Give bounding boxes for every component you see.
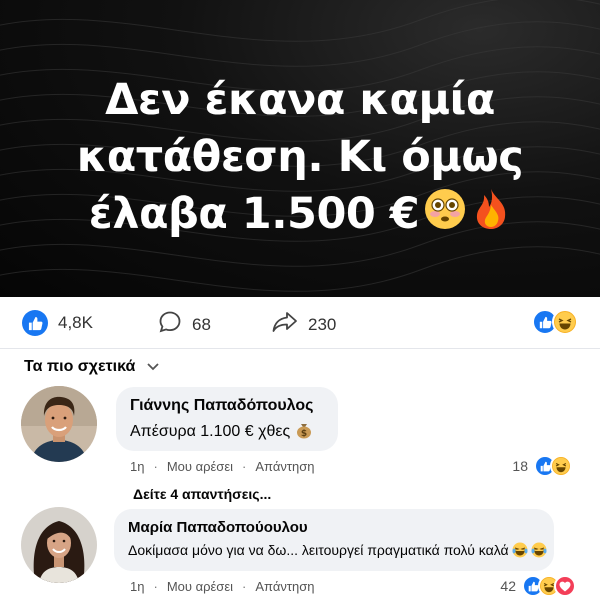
share-count: 230	[308, 314, 337, 334]
view-replies-link[interactable]: Δείτε 4 απαντήσεις...	[133, 486, 271, 502]
comment-author[interactable]: Μαρία Παπαδοπούουλου	[128, 519, 540, 536]
haha-reaction-icon	[550, 455, 572, 477]
avatar[interactable]	[21, 507, 97, 583]
sort-label: Τα πιο σχετικά	[24, 358, 136, 375]
comment-reply-button[interactable]: Απάντηση	[255, 579, 314, 594]
flushed-face-emoji	[423, 187, 467, 246]
comment-sort-dropdown[interactable]: Τα πιο σχετικά	[24, 358, 159, 376]
post-image-banner: Δεν έκανα καμία κατάθεση. Κι όμως έλαβα …	[0, 0, 600, 297]
comment-reactions[interactable]: 42	[500, 575, 576, 597]
comment-text-wrap: Απέσυρα 1.100 € χθες $	[130, 421, 324, 441]
haha-reaction-icon	[552, 309, 578, 335]
money-bag-emoji: $	[295, 423, 313, 440]
headline-line-3: έλαβα 1.500 €	[88, 189, 420, 239]
comment-actions: 1η · Μου αρέσει · Απάντηση	[130, 459, 314, 474]
like-button[interactable]: 4,8K	[22, 310, 93, 336]
comment-time[interactable]: 1η	[130, 579, 144, 594]
chevron-down-icon	[147, 358, 159, 376]
love-reaction-icon	[554, 575, 576, 597]
comment-button[interactable]: 68	[158, 310, 211, 339]
like-reaction-icon	[22, 310, 48, 336]
comment-actions: 1η · Μου αρέσει · Απάντηση	[130, 579, 314, 594]
reactions-summary[interactable]	[532, 309, 578, 335]
comment-like-button[interactable]: Μου αρέσει	[167, 579, 233, 594]
post-stats-bar: 4,8K 68 230	[0, 297, 600, 349]
comment-reaction-count: 18	[512, 458, 528, 474]
headline-line-2: κατάθεση. Κι όμως	[76, 132, 524, 182]
post-headline: Δεν έκανα καμία κατάθεση. Κι όμως έλαβα …	[0, 72, 600, 246]
laughing-tears-emoji	[512, 542, 548, 558]
comment-time[interactable]: 1η	[130, 459, 144, 474]
headline-line-3-wrap: έλαβα 1.500 €	[0, 186, 600, 246]
comment-like-button[interactable]: Μου αρέσει	[167, 459, 233, 474]
comment-reactions[interactable]: 18	[512, 455, 572, 477]
comment-count: 68	[192, 314, 211, 334]
avatar[interactable]	[21, 386, 97, 462]
comment-author[interactable]: Γιάννης Παπαδόπουλος	[130, 397, 324, 415]
separator-dot: ·	[153, 459, 158, 474]
comment-text: Δοκίμασα μόνο για να δω... λειτουργεί πρ…	[128, 542, 509, 558]
like-count: 4,8K	[58, 313, 93, 332]
comment-bubble: Γιάννης Παπαδόπουλος Απέσυρα 1.100 € χθε…	[116, 387, 338, 451]
separator-dot: ·	[242, 579, 247, 594]
comment-icon	[158, 310, 182, 339]
comment-reaction-count: 42	[500, 578, 516, 594]
comment-bubble: Μαρία Παπαδοπούουλου Δοκίμασα μόνο για ν…	[114, 509, 554, 571]
fire-emoji	[471, 187, 511, 246]
headline-line-1: Δεν έκανα καμία	[105, 75, 495, 125]
share-icon	[272, 310, 298, 339]
comment-reply-button[interactable]: Απάντηση	[255, 459, 314, 474]
svg-text:$: $	[301, 429, 307, 439]
separator-dot: ·	[242, 459, 247, 474]
comment-text: Απέσυρα 1.100 € χθες	[130, 423, 291, 440]
comment-text-wrap: Δοκίμασα μόνο για να δω... λειτουργεί πρ…	[128, 542, 547, 558]
separator-dot: ·	[153, 579, 158, 594]
share-button[interactable]: 230	[272, 310, 336, 339]
